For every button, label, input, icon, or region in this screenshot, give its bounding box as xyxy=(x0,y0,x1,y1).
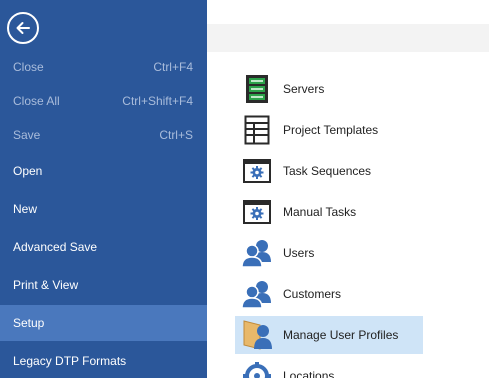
setup-item-servers[interactable]: Servers xyxy=(235,70,423,108)
setup-item-label: Users xyxy=(283,246,315,260)
user-profile-icon xyxy=(241,319,273,351)
menu-open[interactable]: Open xyxy=(0,153,207,189)
menu-item-label: New xyxy=(13,202,38,216)
setup-item-task-sequences[interactable]: Task Sequences xyxy=(235,152,423,190)
menu-item-label: Setup xyxy=(13,316,45,330)
template-icon xyxy=(241,114,273,146)
menu-save[interactable]: Save Ctrl+S xyxy=(0,117,207,153)
menu-item-label: Close All xyxy=(13,94,60,108)
menu-item-label: Save xyxy=(13,128,41,142)
back-button[interactable] xyxy=(7,12,39,44)
menu-item-label: Close xyxy=(13,60,44,74)
menu-item-label: Print & View xyxy=(13,278,79,292)
menu-item-shortcut: Ctrl+F4 xyxy=(153,60,193,74)
setup-item-label: Project Templates xyxy=(283,123,379,137)
menu-print-view[interactable]: Print & View xyxy=(0,267,207,303)
menu-advanced-save[interactable]: Advanced Save xyxy=(0,229,207,265)
setup-item-users[interactable]: Users xyxy=(235,234,423,272)
setup-item-label: Locations xyxy=(283,369,335,378)
menu-item-shortcut: Ctrl+Shift+F4 xyxy=(122,94,193,108)
setup-item-manage-user-profiles[interactable]: Manage User Profiles xyxy=(235,316,423,354)
setup-item-project-templates[interactable]: Project Templates xyxy=(235,111,423,149)
menu-close[interactable]: Close Ctrl+F4 xyxy=(0,49,207,85)
setup-panel: Servers Project Templates Task Sequences… xyxy=(207,0,489,378)
menu-item-label: Advanced Save xyxy=(13,240,98,254)
task-sequence-icon xyxy=(241,155,273,187)
panel-header-band xyxy=(207,24,489,52)
menu-close-all[interactable]: Close All Ctrl+Shift+F4 xyxy=(0,83,207,119)
setup-item-label: Manual Tasks xyxy=(283,205,357,219)
setup-item-label: Servers xyxy=(283,82,325,96)
setup-item-label: Manage User Profiles xyxy=(283,328,399,342)
menu-new[interactable]: New xyxy=(0,191,207,227)
customers-icon xyxy=(241,278,273,310)
location-icon xyxy=(241,360,273,378)
manual-task-icon xyxy=(241,196,273,228)
users-icon xyxy=(241,237,273,269)
server-icon xyxy=(241,73,273,105)
menu-item-label: Legacy DTP Formats xyxy=(13,354,127,368)
setup-item-label: Customers xyxy=(283,287,342,301)
setup-item-locations[interactable]: Locations xyxy=(235,357,423,378)
menu-setup[interactable]: Setup xyxy=(0,305,207,341)
menu-item-shortcut: Ctrl+S xyxy=(159,128,193,142)
arrow-left-icon xyxy=(16,22,30,34)
setup-item-label: Task Sequences xyxy=(283,164,372,178)
setup-item-customers[interactable]: Customers xyxy=(235,275,423,313)
menu-item-label: Open xyxy=(13,164,43,178)
menu-legacy-dtp-formats[interactable]: Legacy DTP Formats xyxy=(0,343,207,378)
setup-item-manual-tasks[interactable]: Manual Tasks xyxy=(235,193,423,231)
backstage-sidebar: Close Ctrl+F4 Close All Ctrl+Shift+F4 Sa… xyxy=(0,0,207,378)
